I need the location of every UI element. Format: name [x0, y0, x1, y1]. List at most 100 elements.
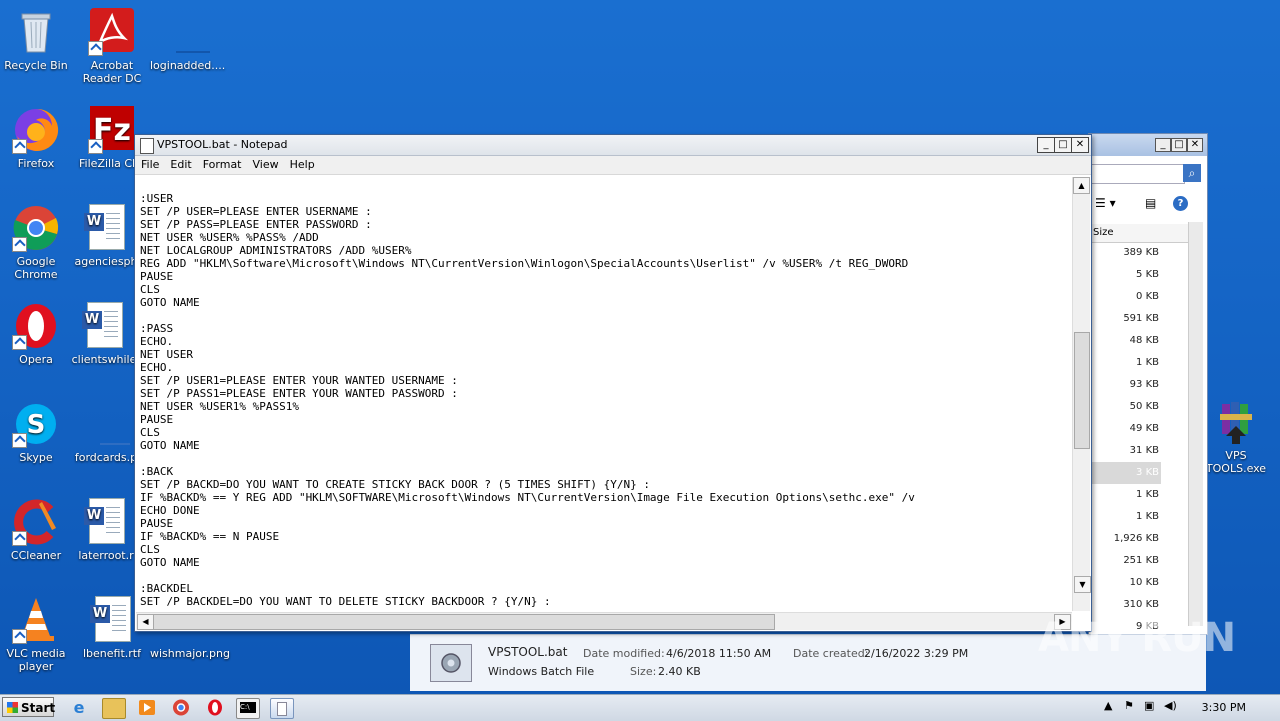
desktop-icon-chrome[interactable]: Google Chrome — [0, 204, 72, 281]
desktop-icon-loginadded[interactable]: loginadded.... — [150, 8, 225, 72]
window-title: VPSTOOL.bat - Notepad — [157, 138, 288, 151]
opera-icon — [12, 302, 60, 350]
explorer-window: _ □ ✕ ⌕ ☰ ▾ ▤ ? Size 389 KB 5 KB 0 KB 59… — [1088, 133, 1208, 635]
desktop-icon-vps-tools[interactable]: VPS TOOLS.exe — [1200, 398, 1272, 475]
notepad-icon — [140, 138, 154, 154]
size-cell: 1,926 KB — [1113, 533, 1159, 544]
vertical-scrollbar[interactable]: ▲ ▼ — [1072, 177, 1091, 611]
desktop-icon-clientswhile[interactable]: W clientswhile — [68, 302, 140, 366]
desktop-icon-firefox[interactable]: Firefox — [0, 106, 72, 170]
maximize-button[interactable]: □ — [1054, 137, 1072, 153]
shortcut-arrow-icon — [12, 629, 27, 644]
desktop-icon-label: laterroot.r — [78, 549, 134, 562]
desktop-icon-opera[interactable]: Opera — [0, 302, 72, 366]
desktop-icon-label: fordcards.p — [74, 451, 138, 464]
firefox-icon — [12, 106, 60, 154]
skype-icon: S — [12, 400, 60, 448]
ie-taskbar-icon[interactable]: e — [68, 698, 90, 717]
acrobat-icon — [88, 8, 136, 56]
menu-edit[interactable]: Edit — [164, 156, 196, 171]
size-column: 389 KB 5 KB 0 KB 591 KB 48 KB 1 KB 93 KB… — [1089, 242, 1161, 638]
details-size-value: 2.40 KB — [658, 665, 701, 678]
size-cell: 591 KB — [1123, 313, 1159, 324]
details-modified-label: Date modified: — [583, 647, 665, 660]
size-cell: 1 KB — [1136, 511, 1159, 522]
maximize-button[interactable]: □ — [1171, 138, 1187, 152]
horizontal-scrollbar[interactable]: ◀ ▶ — [136, 612, 1072, 630]
network-icon[interactable]: ▣ — [1144, 699, 1154, 712]
scroll-left-icon[interactable]: ◀ — [137, 614, 154, 630]
menu-file[interactable]: File — [135, 156, 164, 171]
search-box[interactable] — [1091, 164, 1185, 184]
start-button[interactable]: Start — [2, 697, 55, 717]
taskbar: Start e C:\ ▲ ⚑ ▣ ◀) 3:30 PM — [0, 694, 1280, 721]
size-cell: 31 KB — [1129, 445, 1159, 456]
desktop-icon-recycle-bin[interactable]: Recycle Bin — [0, 8, 72, 72]
menu-format[interactable]: Format — [197, 156, 247, 171]
size-column-header[interactable]: Size — [1089, 224, 1188, 243]
desktop-icon-acrobat[interactable]: Acrobat Reader DC — [76, 8, 148, 85]
help-icon[interactable]: ? — [1173, 196, 1188, 211]
scroll-thumb[interactable] — [153, 614, 775, 630]
desktop-icon-vlc[interactable]: VLC media player — [0, 596, 72, 673]
minimize-button[interactable]: _ — [1155, 138, 1171, 152]
desktop-icon-label: wishmajor.png — [150, 647, 230, 660]
notepad-titlebar[interactable]: VPSTOOL.bat - Notepad _ □ ✕ — [135, 135, 1091, 156]
desktop-icon-fordcards[interactable]: fordcards.p — [70, 400, 144, 464]
volume-icon[interactable]: ◀) — [1164, 699, 1177, 712]
shortcut-arrow-icon — [88, 139, 103, 154]
file-content[interactable]: :USER SET /P USER=PLEASE ENTER USERNAME … — [136, 177, 1072, 608]
search-icon[interactable]: ⌕ — [1183, 164, 1201, 182]
close-button[interactable]: ✕ — [1187, 138, 1203, 152]
text-editor[interactable]: :USER SET /P USER=PLEASE ENTER USERNAME … — [136, 177, 1072, 611]
word-document-icon: W — [82, 498, 130, 546]
menu-view[interactable]: View — [247, 156, 284, 171]
desktop-icon-laterroot[interactable]: W laterroot.r — [70, 498, 142, 562]
notepad-window: VPSTOOL.bat - Notepad _ □ ✕ File Edit Form… — [134, 134, 1092, 632]
scroll-thumb[interactable] — [1074, 332, 1090, 449]
explorer-scrollbar[interactable] — [1188, 222, 1203, 626]
size-cell-selected: 3 KB — [1089, 462, 1161, 484]
size-cell: 1 KB — [1136, 489, 1159, 500]
size-cell: 93 KB — [1129, 379, 1159, 390]
menu-help[interactable]: Help — [284, 156, 320, 171]
scroll-up-icon[interactable]: ▲ — [1073, 177, 1090, 194]
anyrun-watermark: ANY RUN — [1038, 615, 1236, 661]
desktop-icon-ccleaner[interactable]: CCleaner — [0, 498, 72, 562]
desktop-icon-agenciesph[interactable]: W agenciesph — [70, 204, 142, 268]
close-button[interactable]: ✕ — [1071, 137, 1089, 153]
clock[interactable]: 3:30 PM — [1202, 701, 1246, 714]
desktop-icon-label: Recycle Bin — [4, 59, 68, 72]
preview-pane-icon[interactable]: ▤ — [1145, 196, 1156, 210]
chrome-icon — [12, 204, 60, 252]
size-cell: 50 KB — [1129, 401, 1159, 412]
action-center-flag-icon[interactable]: ⚑ — [1124, 699, 1134, 712]
desktop-icon-label: Acrobat Reader DC — [82, 59, 142, 85]
desktop-icon-skype[interactable]: S Skype — [0, 400, 72, 464]
filezilla-icon: Fz — [88, 106, 136, 154]
shortcut-arrow-icon — [12, 237, 27, 252]
opera-taskbar-icon[interactable] — [204, 698, 226, 717]
word-document-icon: W — [82, 204, 130, 252]
size-cell: 0 KB — [1136, 291, 1159, 302]
scroll-down-icon[interactable]: ▼ — [1074, 576, 1091, 593]
desktop-icon-label: CCleaner — [10, 549, 62, 562]
explorer-taskbar-icon[interactable] — [102, 698, 126, 719]
notepad-taskbar-icon[interactable] — [270, 698, 294, 719]
minimize-button[interactable]: _ — [1037, 137, 1055, 153]
size-cell: 10 KB — [1129, 577, 1159, 588]
batch-file-gear-icon — [430, 644, 472, 682]
desktop-icon-label: clientswhile — [71, 353, 137, 366]
blank-file-icon — [82, 400, 144, 448]
cmd-taskbar-icon[interactable]: C:\ — [236, 698, 260, 719]
system-tray: ▲ ⚑ ▣ ◀) 3:30 PM — [1100, 695, 1280, 721]
size-cell: 5 KB — [1136, 269, 1159, 280]
media-player-taskbar-icon[interactable] — [136, 698, 158, 717]
shortcut-arrow-icon — [12, 433, 27, 448]
winrar-archive-icon — [1212, 398, 1260, 446]
blank-file-icon — [162, 8, 221, 56]
view-options-icon[interactable]: ☰ ▾ — [1095, 196, 1116, 210]
show-hidden-icons-icon[interactable]: ▲ — [1104, 699, 1112, 712]
chrome-taskbar-icon[interactable] — [170, 698, 192, 717]
desktop-icon-label: Skype — [19, 451, 53, 464]
